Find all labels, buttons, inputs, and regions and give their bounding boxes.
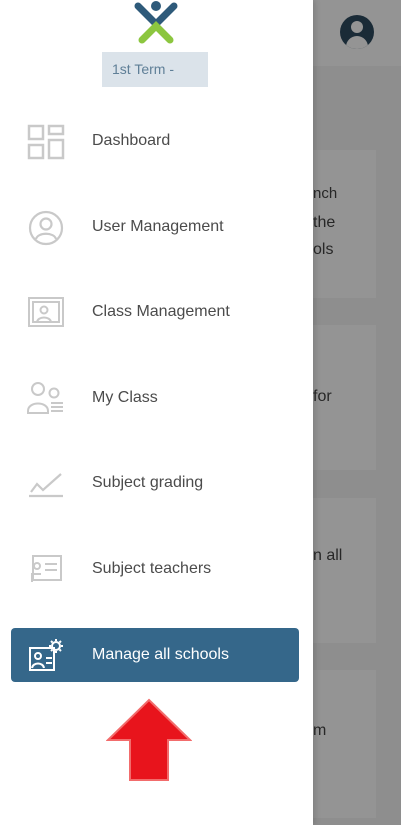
nav-item-label: Subject teachers [92, 560, 212, 577]
nav-item-label: Manage all schools [92, 646, 229, 663]
user-circle-icon [28, 210, 64, 246]
drawer-backdrop[interactable] [313, 0, 401, 825]
up-arrow-icon [106, 698, 192, 781]
grading-check-icon [29, 473, 63, 498]
students-icon [27, 382, 63, 414]
nav-item-label: My Class [92, 389, 158, 406]
dashboard-icon [27, 124, 65, 160]
nav-item-subject-teachers[interactable]: Subject teachers [11, 542, 299, 596]
nav-item-subject-grading[interactable]: Subject grading [11, 456, 299, 510]
app-logo-icon [134, 1, 178, 44]
nav-item-label: Dashboard [92, 132, 171, 149]
nav-item-label: Class Management [92, 303, 230, 320]
nav-item-user-management[interactable]: User Management [11, 200, 299, 254]
nav-item-class-management[interactable]: Class Management [11, 285, 299, 339]
nav-item-dashboard[interactable]: Dashboard [11, 114, 299, 168]
school-settings-icon [29, 639, 63, 671]
side-drawer: 1st Term - Dashboard User Management Cla… [0, 0, 313, 825]
nav-item-manage-all-schools[interactable]: Manage all schools [11, 628, 299, 682]
nav-item-label: Subject grading [92, 474, 204, 491]
classroom-icon [28, 297, 64, 327]
nav-item-label: User Management [92, 218, 224, 235]
term-selector[interactable]: 1st Term - [102, 52, 208, 87]
teacher-board-icon [31, 555, 62, 582]
nav-item-my-class[interactable]: My Class [11, 371, 299, 425]
